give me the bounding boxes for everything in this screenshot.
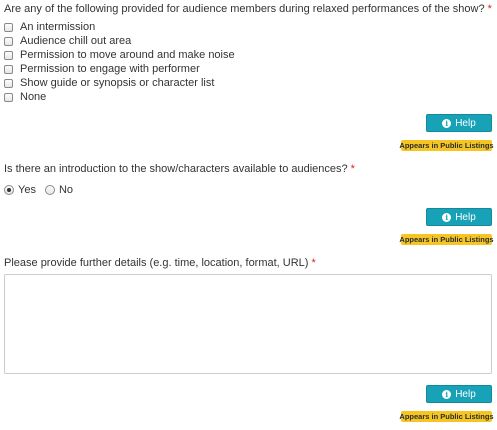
public-listings-badge: Appears in Public Listings <box>399 411 494 422</box>
help-button-label: Help <box>455 211 476 223</box>
checkbox-label: An intermission <box>20 21 96 33</box>
radio-yes-label: Yes <box>18 184 36 196</box>
checkbox-label: None <box>20 91 47 103</box>
radio-no[interactable] <box>44 185 55 195</box>
info-icon: i <box>442 118 452 128</box>
checkbox-label: Permission to engage with performer <box>20 63 200 75</box>
radio-yes[interactable] <box>4 185 14 195</box>
checkbox-option-show-guide[interactable]: Show guide or synopsis or character list <box>4 76 214 90</box>
help-button[interactable]: i Help <box>426 385 492 403</box>
checkbox-label: Show guide or synopsis or character list <box>20 77 215 89</box>
help-button[interactable]: i Help <box>426 208 492 226</box>
info-icon: i <box>442 389 452 399</box>
help-button[interactable]: i Help <box>426 114 492 132</box>
question-2-label: Is there an introduction to the show/cha… <box>4 163 355 175</box>
required-marker: * <box>311 257 316 269</box>
public-listings-badge: Appears in Public Listings <box>399 140 494 151</box>
help-button-label: Help <box>455 117 476 129</box>
introduction-radio-group: Yes No <box>4 183 82 197</box>
checkbox-label: Audience chill out area <box>20 35 132 47</box>
checkbox[interactable] <box>4 78 13 88</box>
checkbox-option-move-around[interactable]: Permission to move around and make noise <box>4 48 235 62</box>
info-icon: i <box>442 212 452 222</box>
question-1-text: Are any of the following provided for au… <box>4 3 485 15</box>
checkbox[interactable] <box>4 36 13 46</box>
radio-no-label: No <box>58 184 74 196</box>
further-details-textarea[interactable] <box>4 274 492 374</box>
checkbox[interactable] <box>4 92 13 102</box>
question-3-label: Please provide further details (e.g. tim… <box>4 257 316 269</box>
checkbox[interactable] <box>4 64 13 74</box>
public-listings-badge: Appears in Public Listings <box>399 234 494 245</box>
required-marker: * <box>350 163 355 175</box>
checkbox-label: Permission to move around and make noise <box>20 49 235 61</box>
question-2-text: Is there an introduction to the show/cha… <box>4 163 348 175</box>
checkbox[interactable] <box>4 22 13 32</box>
checkbox-option-none[interactable]: None <box>4 90 46 104</box>
help-button-label: Help <box>455 388 476 400</box>
question-1-label: Are any of the following provided for au… <box>4 3 492 15</box>
question-3-text: Please provide further details (e.g. tim… <box>4 257 309 269</box>
checkbox-option-intermission[interactable]: An intermission <box>4 20 95 34</box>
checkbox-option-chill-out-area[interactable]: Audience chill out area <box>4 34 131 48</box>
checkbox[interactable] <box>4 50 13 60</box>
checkbox-option-engage-performer[interactable]: Permission to engage with performer <box>4 62 200 76</box>
required-marker: * <box>487 3 492 15</box>
